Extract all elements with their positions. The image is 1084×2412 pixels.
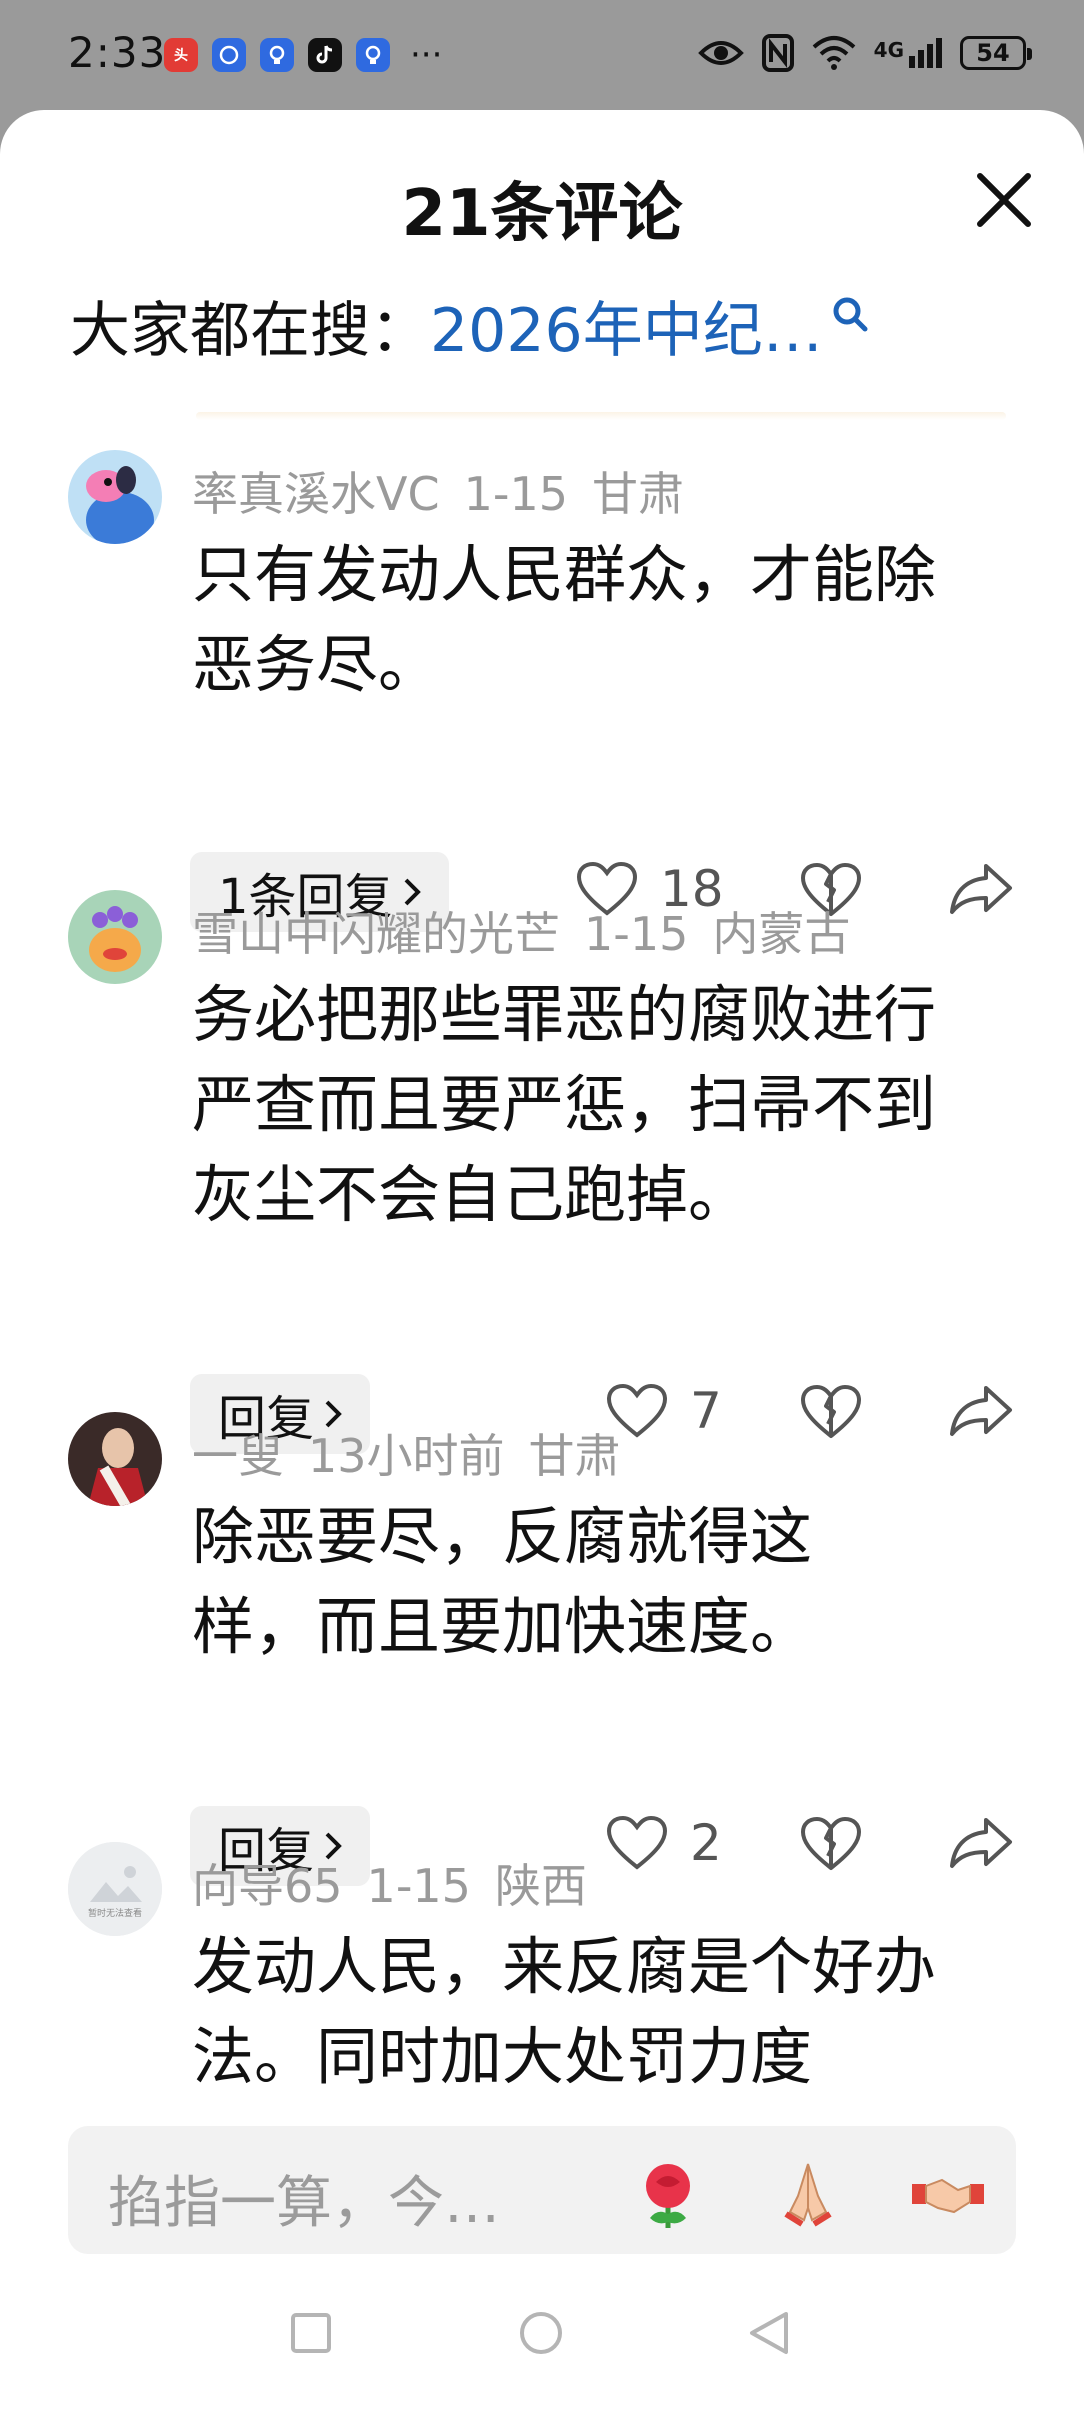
baidu-icon xyxy=(212,38,246,72)
bulb-icon xyxy=(260,38,294,72)
rose-emoji-button[interactable] xyxy=(628,2152,708,2232)
comment-date: 13小时前 xyxy=(308,1429,505,1483)
navigation-bar xyxy=(0,2290,1084,2412)
close-button[interactable] xyxy=(968,164,1040,236)
dislike-button[interactable] xyxy=(800,1814,862,1876)
bulb-icon xyxy=(356,38,390,72)
comment-text[interactable]: 务必把那些罪恶的腐败进行严查而且要严惩，扫帚不到灰尘不会自己跑掉。 xyxy=(192,970,992,1240)
trending-search-label: 大家都在搜： xyxy=(70,296,430,366)
signal-bar xyxy=(918,50,924,68)
eye-icon xyxy=(697,41,744,65)
back-button[interactable] xyxy=(748,2310,790,2356)
comment-meta: 向导65 1-15 陕西 xyxy=(192,1850,611,1916)
trending-search[interactable]: 大家都在搜： 2026年中纪… xyxy=(70,282,970,369)
comments-sheet: 21条评论 大家都在搜： 2026年中纪… 率真溪水VC 1-15 甘肃 只有发动人… xyxy=(0,110,1084,2412)
notification-icons: 头 ··· xyxy=(164,38,442,72)
trending-search-query[interactable]: 2026年中纪… xyxy=(430,282,823,369)
home-button[interactable] xyxy=(518,2310,564,2356)
like-button[interactable]: 2 xyxy=(606,1814,722,1872)
signal-indicator: 4G xyxy=(874,38,942,68)
comment-location: 陕西 xyxy=(494,1859,587,1913)
avatar-caption: 暂时无法查看 xyxy=(87,1909,142,1919)
recents-button[interactable] xyxy=(290,2312,332,2354)
pray-emoji-button[interactable] xyxy=(768,2152,848,2232)
toutiao-icon: 头 xyxy=(164,38,198,72)
comment-date: 1-15 xyxy=(463,467,568,521)
comment-input[interactable]: 掐指一算，今… xyxy=(68,2126,1016,2254)
username[interactable]: 向导65 xyxy=(192,1859,343,1913)
signal-bar xyxy=(927,44,933,68)
network-type: 4G xyxy=(873,38,904,62)
share-icon xyxy=(950,1818,1012,1868)
more-notifications: ··· xyxy=(410,35,443,75)
broken-heart-icon xyxy=(801,1385,861,1438)
status-time: 2:33 xyxy=(68,28,167,77)
heart-icon xyxy=(606,1815,668,1870)
username[interactable]: 一叟 xyxy=(192,1429,284,1483)
handshake-emoji-button[interactable] xyxy=(908,2152,988,2232)
signal-bar xyxy=(909,56,915,68)
wifi-icon xyxy=(812,36,855,70)
comment-text[interactable]: 除恶要尽，反腐就得这样，而且要加快速度。 xyxy=(192,1492,912,1672)
search-icon[interactable] xyxy=(831,295,871,335)
divider xyxy=(196,412,1006,420)
comment-location: 甘肃 xyxy=(528,1429,621,1483)
avatar[interactable] xyxy=(68,1412,162,1506)
avatar[interactable]: 暂时无法查看 xyxy=(68,1842,162,1936)
share-icon xyxy=(950,1386,1012,1436)
username[interactable]: 雪山中闪耀的光芒 xyxy=(192,907,560,961)
avatar[interactable] xyxy=(68,890,162,984)
comment-date: 1-15 xyxy=(584,907,689,961)
comment-meta: 一叟 13小时前 甘肃 xyxy=(192,1420,645,1486)
comments-title: 21条评论 xyxy=(401,177,683,251)
system-icons: 4G 54 xyxy=(697,34,1032,72)
comment-meta: 雪山中闪耀的光芒 1-15 内蒙古 xyxy=(192,898,874,964)
tiktok-icon xyxy=(308,38,342,72)
battery-level: 54 xyxy=(976,39,1010,67)
bottom-panel: 掐指一算，今… xyxy=(0,2100,1084,2412)
share-icon xyxy=(950,864,1012,914)
share-button[interactable] xyxy=(948,1816,1014,1874)
username[interactable]: 率真溪水VC xyxy=(192,467,440,521)
like-count: 7 xyxy=(690,1382,722,1440)
broken-heart-icon xyxy=(801,1817,861,1870)
comment-date: 1-15 xyxy=(366,1859,471,1913)
dislike-button[interactable] xyxy=(800,1382,862,1444)
status-bar: 2:33 头 ··· 4G 54 xyxy=(0,0,1084,110)
nfc-icon xyxy=(761,34,794,72)
comment-input-placeholder: 掐指一算，今… xyxy=(108,2171,500,2236)
signal-bar xyxy=(936,38,942,68)
battery-icon: 54 xyxy=(960,36,1032,70)
share-button[interactable] xyxy=(948,1384,1014,1442)
comment-text[interactable]: 发动人民，来反腐是个好办法。同时加大处罚力度 xyxy=(192,1922,992,2102)
close-icon xyxy=(977,173,1031,227)
share-button[interactable] xyxy=(948,862,1014,920)
comment-location: 甘肃 xyxy=(592,467,684,521)
comment-meta: 率真溪水VC 1-15 甘肃 xyxy=(192,458,708,524)
comment-text[interactable]: 只有发动人民群众，才能除恶务尽。 xyxy=(192,530,992,710)
like-count: 2 xyxy=(690,1814,722,1872)
avatar[interactable] xyxy=(68,450,162,544)
comment-location: 内蒙古 xyxy=(712,907,851,961)
